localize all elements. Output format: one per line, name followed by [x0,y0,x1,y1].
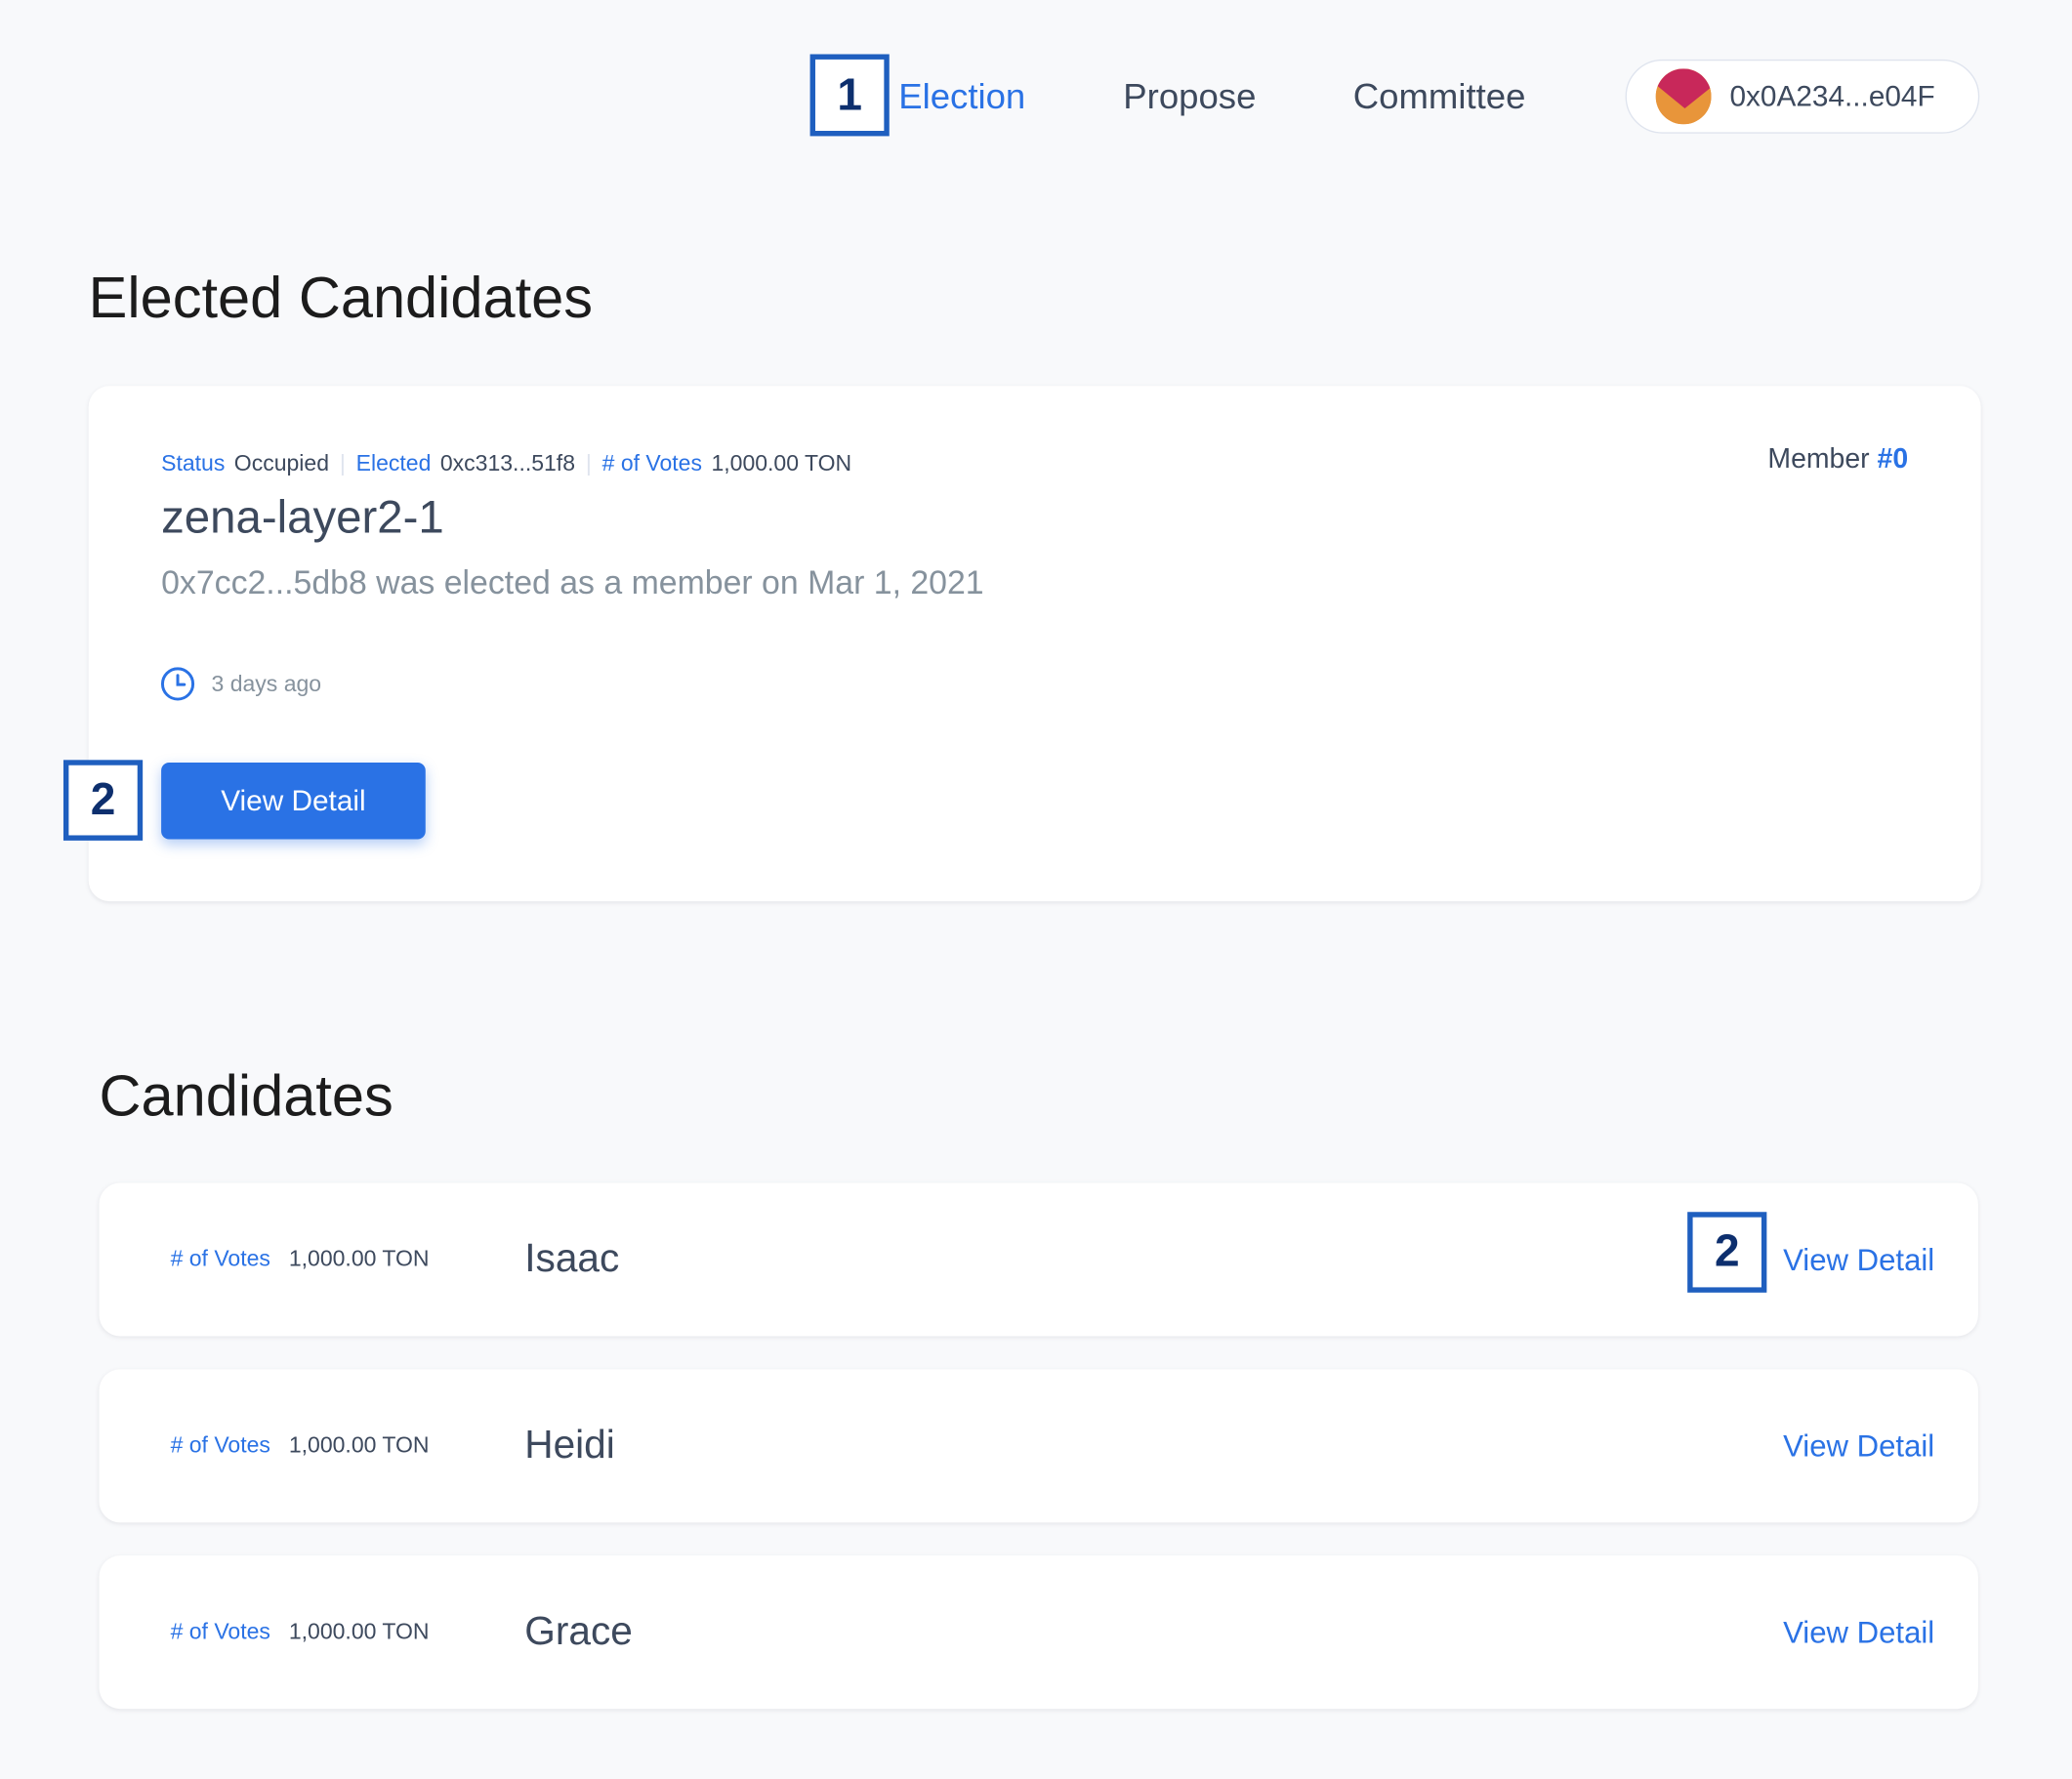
status-value: Occupied [233,450,330,476]
wallet-address: 0x0A234...e04F [1729,79,1935,113]
meta-divider: | [339,450,346,476]
annotation-marker-2: 2 [62,760,144,841]
votes-value: 1,000.00 TON [288,1246,430,1272]
status-label: Status [161,450,226,476]
votes-value: 1,000.00 TON [288,1432,430,1459]
member-label: Member [1767,443,1870,475]
votes-value: 1,000.00 TON [711,450,852,476]
member-index: Member #0 [1767,444,1908,476]
annotation-marker-1: 1 [809,54,890,137]
candidate-votes: # of Votes 1,000.00 TON [171,1555,430,1709]
nav-propose[interactable]: Propose [1123,68,1256,124]
votes-value: 1,000.00 TON [288,1619,430,1644]
candidate-view-detail-link[interactable]: View Detail [1783,1555,1934,1709]
elected-time: 3 days ago [160,666,321,702]
elected-candidate-card: Status Occupied | Elected 0xc313...51f8 … [88,386,1981,902]
candidate-name: Grace [524,1609,633,1654]
nav-election[interactable]: Election [898,68,1025,124]
member-number: #0 [1877,443,1909,475]
app-root: Election Propose Committee 0x0A234...e04… [0,0,2072,1779]
nav-committee[interactable]: Committee [1353,68,1526,124]
meta-divider: | [585,450,592,476]
candidate-name: Heidi [524,1423,615,1468]
elected-candidate-name: zena-layer2-1 [161,491,444,544]
elected-description: 0x7cc2...5db8 was elected as a member on… [161,563,984,601]
clock-icon [160,667,195,701]
candidates-section-title: Candidates [99,1063,394,1129]
page: Election Propose Committee 0x0A234...e04… [0,0,2072,1779]
candidate-votes: # of Votes 1,000.00 TON [171,1369,430,1522]
candidate-row: # of Votes 1,000.00 TON Heidi View Detai… [99,1369,1978,1523]
candidate-view-detail-link[interactable]: View Detail [1783,1182,1934,1336]
wallet-button[interactable]: 0x0A234...e04F [1625,59,1980,134]
elected-meta-row: Status Occupied | Elected 0xc313...51f8 … [161,449,851,478]
votes-label: # of Votes [170,1432,270,1459]
candidate-view-detail-link[interactable]: View Detail [1783,1369,1934,1522]
elected-label: Elected [355,450,432,476]
votes-label: # of Votes [170,1246,270,1272]
candidate-name: Isaac [524,1236,620,1281]
candidate-row: # of Votes 1,000.00 TON Grace View Detai… [99,1555,1978,1710]
votes-label: # of Votes [601,450,702,476]
elected-address: 0xc313...51f8 [439,450,576,476]
annotation-marker-2: 2 [1687,1212,1767,1293]
wallet-avatar-icon [1655,68,1712,125]
elected-view-detail-button[interactable]: View Detail [161,763,426,840]
time-ago-text: 3 days ago [211,670,322,696]
candidate-votes: # of Votes 1,000.00 TON [171,1182,430,1336]
elected-section-title: Elected Candidates [88,266,594,331]
votes-label: # of Votes [170,1619,270,1644]
